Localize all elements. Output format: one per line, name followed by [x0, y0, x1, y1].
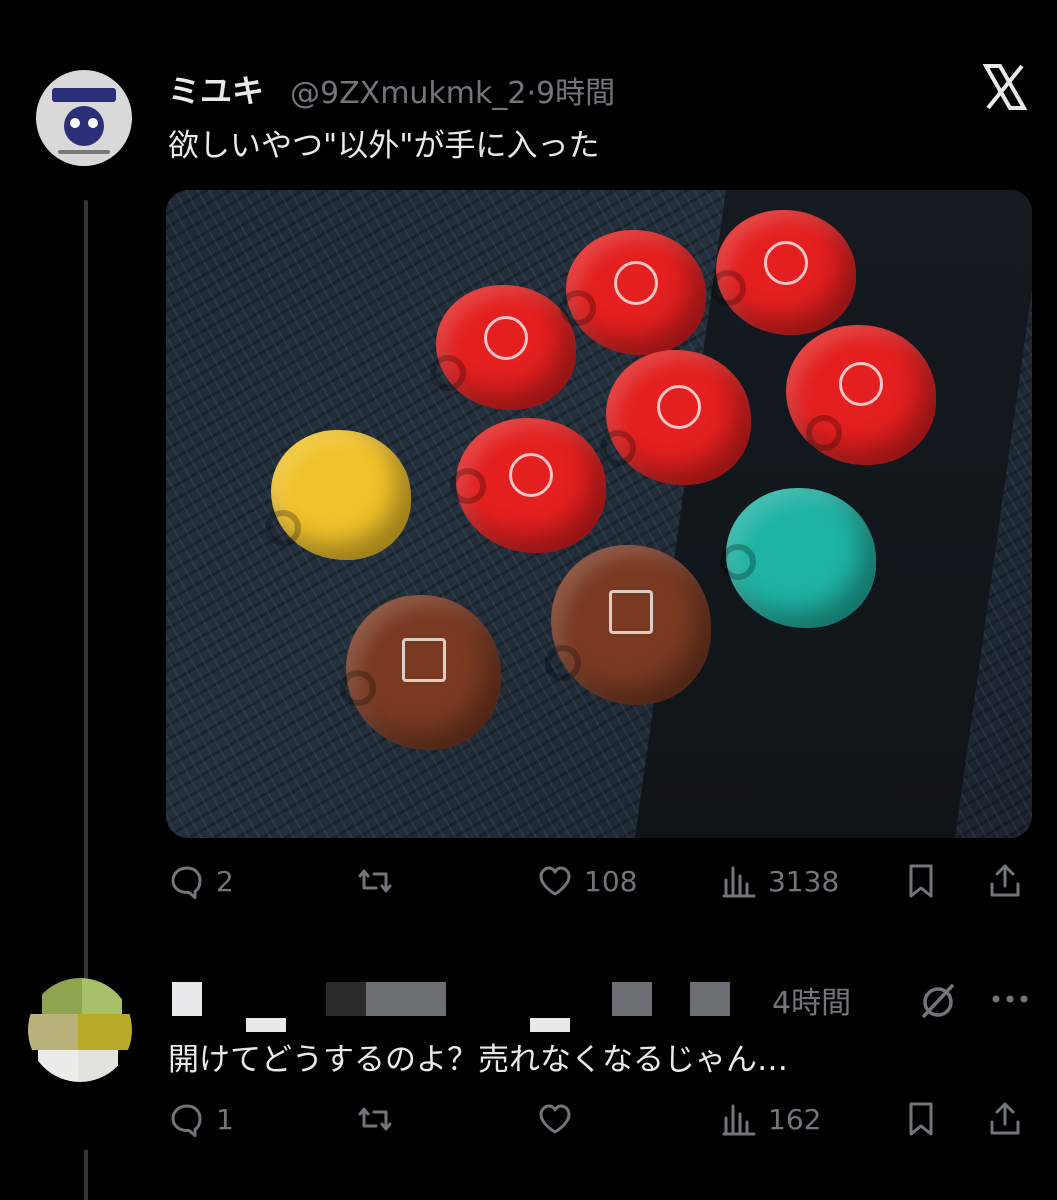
x-logo-icon — [982, 64, 1028, 110]
redacted-handle-block — [326, 982, 366, 1016]
view-count: 162 — [768, 1102, 822, 1136]
redacted-handle-block — [612, 982, 652, 1016]
bookmark-icon — [909, 1102, 933, 1136]
reply-button[interactable]: 2 — [168, 862, 234, 900]
share-button[interactable] — [986, 1100, 1024, 1138]
redacted-name-block — [172, 982, 202, 1016]
reply-action-bar: 1 162 — [166, 1100, 1032, 1150]
like-button[interactable] — [536, 1100, 584, 1138]
author-avatar[interactable] — [36, 70, 132, 166]
author-name[interactable]: ミユキ — [168, 66, 264, 112]
yellow-capsule — [265, 430, 411, 560]
heart-icon — [539, 1104, 571, 1134]
tweet-media-photo[interactable] — [166, 190, 1032, 838]
retweet-icon — [358, 869, 392, 893]
author-handle-and-time[interactable]: @9ZXmukmk_2·9時間 — [290, 68, 615, 112]
share-icon — [990, 864, 1020, 897]
grok-icon[interactable] — [916, 978, 960, 1022]
reply-text: 開けてどうするのよ？売れなくなるじゃん… — [168, 1042, 788, 1078]
reply-icon — [171, 1104, 202, 1137]
reply-avatar-blurred[interactable] — [28, 978, 132, 1082]
thread-connector-line — [84, 200, 88, 990]
view-count: 3138 — [768, 864, 840, 898]
like-button[interactable]: 108 — [536, 862, 637, 900]
views-button[interactable]: 3138 — [720, 862, 839, 900]
reply-time[interactable]: 4時間 — [772, 978, 851, 1022]
views-icon — [722, 866, 756, 898]
redacted-name-block — [246, 1018, 286, 1032]
avatar-caption-mark — [58, 150, 110, 154]
like-count: 108 — [584, 864, 638, 898]
redacted-handle-block — [690, 982, 730, 1016]
bookmark-icon — [909, 864, 933, 898]
avatar-eye-left — [68, 116, 82, 130]
views-icon — [722, 1104, 756, 1136]
reply-count: 2 — [216, 864, 234, 898]
reply-button[interactable]: 1 — [168, 1100, 234, 1138]
avatar-face — [64, 106, 104, 146]
thread-connector-line-bottom — [84, 1150, 88, 1200]
share-button[interactable] — [986, 862, 1024, 900]
avatar-eye-right — [86, 116, 100, 130]
avatar-logo-mark — [52, 88, 116, 102]
share-icon — [990, 1102, 1020, 1135]
tweet-text: 欲しいやつ"以外"が手に入った — [168, 128, 600, 164]
bookmark-button[interactable] — [902, 862, 940, 900]
heart-icon — [539, 866, 571, 896]
views-button[interactable]: 162 — [720, 1100, 821, 1138]
retweet-button[interactable] — [356, 1100, 404, 1138]
redacted-handle-block — [366, 982, 446, 1016]
bookmark-button[interactable] — [902, 1100, 940, 1138]
retweet-button[interactable] — [356, 862, 404, 900]
retweet-icon — [358, 1107, 392, 1131]
more-icon[interactable] — [990, 992, 1030, 1006]
tweet-action-bar: 2 108 3138 — [166, 862, 1032, 912]
reply-count: 1 — [216, 1102, 234, 1136]
reply-icon — [171, 866, 202, 899]
redacted-handle-block — [530, 1018, 570, 1032]
